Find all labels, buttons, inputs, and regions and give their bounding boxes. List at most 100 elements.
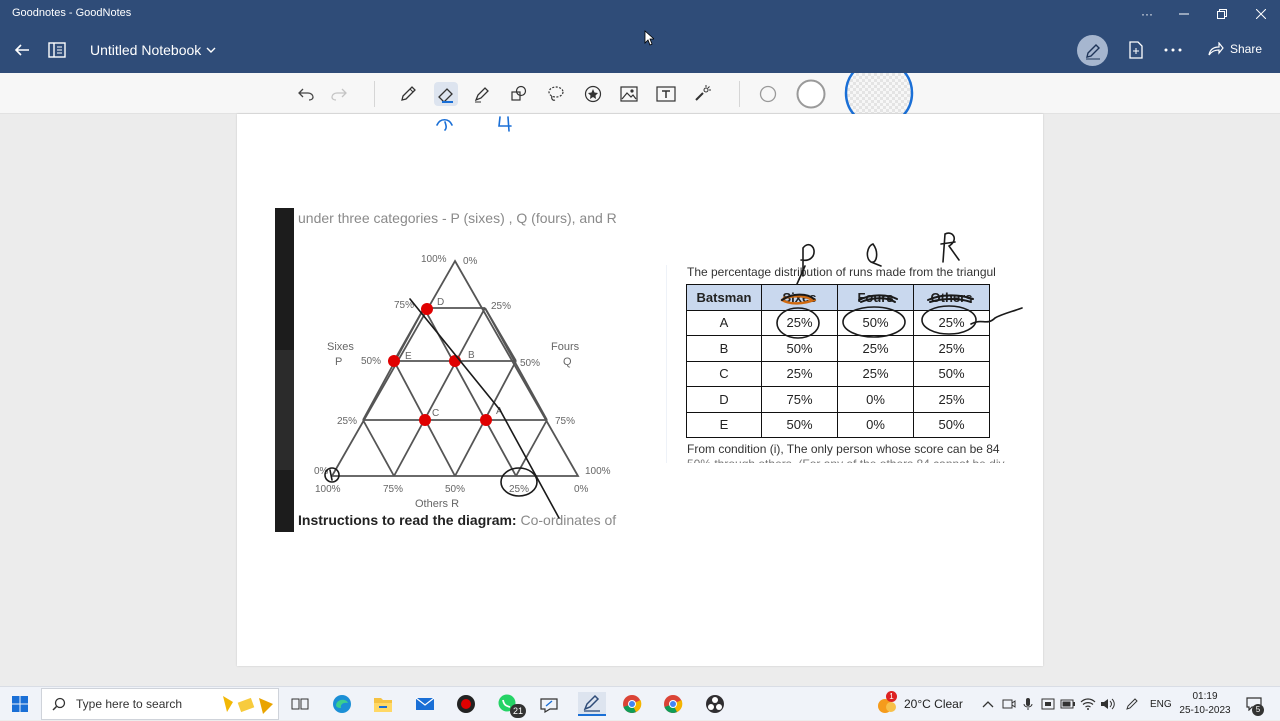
app-bar: Untitled Notebook Share (0, 27, 1280, 73)
table-cell: 0% (837, 386, 914, 413)
notebook-page[interactable]: under three categories - P (sixes) , Q (… (237, 114, 1043, 666)
point-label-a: A (496, 406, 503, 417)
chrome-profile-icon[interactable] (661, 692, 685, 716)
table-row: E 50% 0% 50% (686, 411, 990, 438)
column-header: Batsman (686, 284, 762, 311)
laser-pointer-icon[interactable] (690, 82, 714, 106)
distribution-table-snippet[interactable]: The percentage distribution of runs made… (666, 265, 1043, 463)
table-cell: A (686, 309, 762, 336)
point-a (480, 414, 492, 426)
taskbar-clock[interactable]: 01:19 25-10-2023 (1178, 690, 1232, 718)
top-label-0: 0% (463, 256, 478, 267)
language-indicator[interactable]: ENG (1150, 687, 1172, 721)
table-cell: 50% (761, 335, 838, 362)
notebook-title-dropdown[interactable]: Untitled Notebook (90, 42, 216, 58)
table-cell: B (686, 335, 762, 362)
instructions-light: Co-ordinates of (516, 512, 617, 528)
pen-workspace-icon[interactable] (1120, 692, 1144, 716)
minimize-button[interactable] (1165, 0, 1203, 27)
more-options-icon[interactable]: ··· (1128, 0, 1166, 27)
goodnotes-taskbar-icon[interactable] (578, 692, 606, 716)
eraser-size-selected-icon[interactable] (844, 73, 914, 114)
back-arrow-icon[interactable] (10, 38, 34, 62)
edit-mode-button[interactable] (1077, 35, 1108, 66)
eraser-size-large-icon[interactable] (795, 78, 827, 110)
table-cell: 25% (913, 309, 990, 336)
notification-badge: 5 (1252, 704, 1264, 716)
volume-icon[interactable] (1096, 692, 1120, 716)
windows-start-icon[interactable] (8, 692, 32, 716)
point-label-d: D (437, 297, 444, 308)
search-icon (52, 697, 66, 711)
table-footer-text: From condition (i), The only person whos… (687, 442, 1000, 456)
others-label: Others R (415, 498, 459, 508)
snippet-footer-text: Instructions to read the diagram: Co-ord… (298, 512, 616, 528)
text-tool-icon[interactable] (654, 82, 678, 106)
file-explorer-icon[interactable] (371, 692, 395, 716)
redo-icon[interactable] (327, 82, 351, 106)
weather-badge: 1 (886, 691, 897, 702)
sixes-label: Sixes (327, 341, 354, 353)
point-label-b: B (468, 350, 475, 361)
table-cell: 50% (837, 309, 914, 336)
table-cell: D (686, 386, 762, 413)
pen-tool-icon[interactable] (396, 82, 420, 106)
point-c (419, 414, 431, 426)
distribution-table: Batsman Sixes Fours Others A 25% 50% 25%… (686, 284, 990, 438)
point-label-c: C (432, 408, 439, 419)
obs-icon[interactable] (703, 692, 727, 716)
clock-time: 01:19 (1192, 691, 1218, 702)
snip-tool-icon[interactable] (537, 692, 561, 716)
sticker-tool-icon[interactable] (581, 82, 605, 106)
clock-date: 25-10-2023 (1179, 705, 1231, 716)
lasso-tool-icon[interactable] (544, 82, 568, 106)
table-cell: 25% (913, 386, 990, 413)
table-row: D 75% 0% 25% (686, 386, 990, 413)
bottom-tick-75: 75% (383, 484, 403, 495)
screen-recorder-icon[interactable] (454, 692, 478, 716)
table-header-text: The percentage distribution of runs made… (687, 265, 996, 279)
whatsapp-badge: 21 (510, 704, 526, 718)
left-tick-50: 50% (361, 356, 381, 367)
eraser-size-small-icon[interactable] (756, 82, 780, 106)
ternary-diagram: 100% 0% 75% 50% 25% 25% 50% 75% Sixes P … (314, 254, 611, 508)
more-icon[interactable] (1161, 38, 1185, 62)
toolbar-divider (374, 81, 375, 107)
chrome-icon[interactable] (620, 692, 644, 716)
table-cell: E (686, 411, 762, 438)
undo-icon[interactable] (294, 82, 318, 106)
bottom-tick-25: 25% (509, 484, 529, 495)
table-cell: 50% (761, 411, 838, 438)
table-cell: 75% (761, 386, 838, 413)
tool-bar (0, 73, 1280, 114)
add-page-icon[interactable] (1124, 38, 1148, 62)
table-cell: 25% (761, 360, 838, 387)
task-view-icon[interactable] (288, 692, 312, 716)
mouse-cursor-icon (644, 30, 654, 46)
right-tick-75: 75% (555, 416, 575, 427)
weather-text: 20°C Clear (904, 697, 963, 711)
share-button[interactable]: Share (1208, 42, 1262, 56)
table-row: B 50% 25% 25% (686, 335, 990, 362)
sidebar-toggle-icon[interactable] (45, 38, 69, 62)
table-cell: 50% (913, 411, 990, 438)
point-d (421, 303, 433, 315)
bottom-right-0: 0% (574, 484, 589, 495)
shapes-tool-icon[interactable] (507, 82, 531, 106)
table-row: C 25% 25% 50% (686, 360, 990, 387)
eraser-tool-icon[interactable] (434, 82, 458, 106)
language-text: ENG (1150, 698, 1172, 710)
table-cell: 25% (913, 335, 990, 362)
restore-button[interactable] (1203, 0, 1241, 27)
window-title-bar: Goodnotes - GoodNotes ··· (0, 0, 1280, 27)
edge-browser-icon[interactable] (330, 692, 354, 716)
mail-icon[interactable] (413, 692, 437, 716)
share-label: Share (1230, 42, 1263, 56)
triangle-diagram-snippet[interactable]: under three categories - P (sixes) , Q (… (275, 208, 651, 532)
highlighter-tool-icon[interactable] (470, 82, 494, 106)
search-placeholder: Type here to search (76, 697, 183, 711)
bottom-left-100: 100% (315, 484, 341, 495)
sixes-letter: P (335, 356, 342, 368)
image-tool-icon[interactable] (617, 82, 641, 106)
close-button[interactable] (1242, 0, 1280, 27)
